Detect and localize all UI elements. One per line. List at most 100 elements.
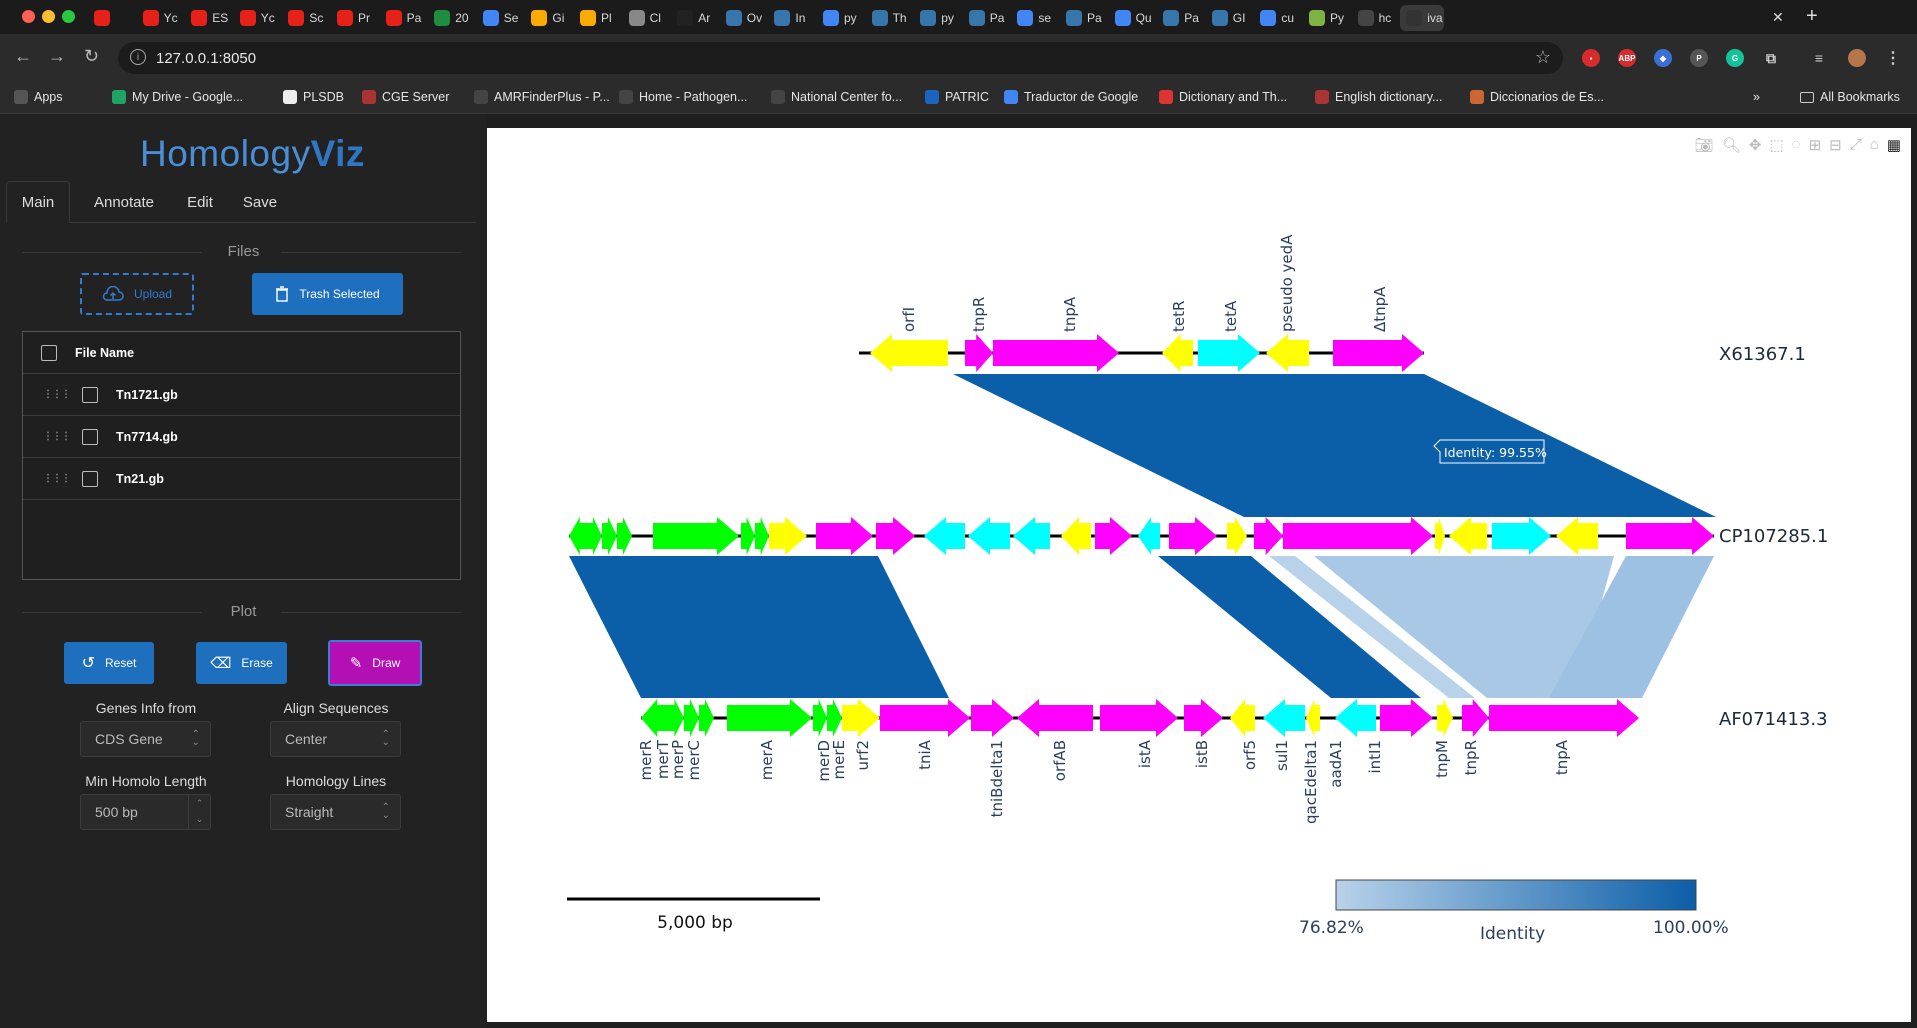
- bookmark-item[interactable]: My Drive - Google...: [112, 90, 243, 104]
- bookmark-item[interactable]: AMRFinderPlus - P...: [474, 90, 610, 104]
- gene-arrow[interactable]: [1437, 699, 1453, 737]
- gene-arrow[interactable]: [968, 517, 1010, 555]
- select-all-checkbox[interactable]: [41, 344, 57, 361]
- site-info-icon[interactable]: i: [130, 49, 146, 65]
- reload-icon[interactable]: ↻: [84, 46, 99, 67]
- table-row[interactable]: ⋮⋮⋮ Tn21.gb: [23, 458, 460, 500]
- forward-icon[interactable]: →: [48, 46, 66, 67]
- gene-arrow[interactable]: [699, 699, 714, 737]
- gene-arrow[interactable]: [965, 334, 993, 372]
- bookmark-item[interactable]: Traductor de Google: [1004, 90, 1138, 104]
- bookmark-item[interactable]: English dictionary...: [1315, 90, 1442, 104]
- gene-arrow[interactable]: [1333, 334, 1424, 372]
- tab-annotate[interactable]: Annotate: [76, 181, 172, 223]
- box-select-icon[interactable]: ⬚: [1769, 136, 1783, 154]
- extension-icon[interactable]: ◆: [1654, 49, 1672, 67]
- gene-arrow[interactable]: [653, 517, 739, 555]
- gene-arrow[interactable]: [1462, 699, 1489, 737]
- gene-arrow[interactable]: [641, 699, 668, 737]
- gene-arrow[interactable]: [1169, 517, 1217, 555]
- gene-arrow[interactable]: [924, 517, 965, 555]
- gene-arrow[interactable]: [1266, 334, 1309, 372]
- close-window-button[interactable]: [22, 10, 35, 23]
- bookmark-item[interactable]: PLSDB: [283, 90, 344, 104]
- zoom-icon[interactable]: 🔍︎: [1722, 136, 1741, 154]
- autoscale-icon[interactable]: ⤢: [1850, 136, 1862, 154]
- gene-arrow[interactable]: [1230, 699, 1255, 737]
- tab-main[interactable]: Main: [6, 181, 70, 223]
- bookmarks-overflow-button[interactable]: »: [1753, 90, 1760, 104]
- close-tab-icon[interactable]: ✕: [1772, 9, 1784, 26]
- grammarly-icon[interactable]: G: [1726, 49, 1744, 67]
- gene-arrow[interactable]: [880, 699, 970, 737]
- pan-icon[interactable]: ✥: [1749, 136, 1762, 154]
- table-row[interactable]: ⋮⋮⋮ Tn1721.gb: [23, 374, 460, 416]
- zoom-in-icon[interactable]: ⊞: [1809, 136, 1822, 154]
- bookmark-star-icon[interactable]: ☆: [1535, 47, 1551, 68]
- gene-arrow[interactable]: [813, 699, 827, 737]
- gene-arrow[interactable]: [769, 517, 807, 555]
- gene-arrow[interactable]: [668, 699, 684, 737]
- gene-arrow[interactable]: [1626, 517, 1714, 555]
- gene-arrow[interactable]: [1162, 334, 1193, 372]
- trash-selected-button[interactable]: Trash Selected: [252, 273, 403, 315]
- gene-arrow[interactable]: [1184, 699, 1223, 737]
- reading-list-icon[interactable]: ≡: [1810, 49, 1828, 67]
- row-checkbox[interactable]: [82, 386, 98, 403]
- gene-arrow[interactable]: [1254, 517, 1283, 555]
- min-homology-length-input[interactable]: 500 bp ⌃ ⌄: [80, 794, 211, 830]
- gene-arrow[interactable]: [587, 517, 602, 555]
- gene-arrow[interactable]: [727, 699, 812, 737]
- lasso-icon[interactable]: ◌: [1792, 136, 1801, 154]
- menu-dots-icon[interactable]: ⋮: [1884, 49, 1902, 67]
- bookmark-item[interactable]: National Center fo...: [771, 90, 902, 104]
- bookmark-item[interactable]: Dictionary and Th...: [1159, 90, 1287, 104]
- address-bar[interactable]: i 127.0.0.1:8050 ☆: [118, 42, 1563, 74]
- gene-arrow[interactable]: [1335, 699, 1376, 737]
- back-icon[interactable]: ←: [14, 46, 32, 67]
- bookmark-item[interactable]: Diccionarios de Es...: [1470, 90, 1604, 104]
- all-bookmarks-button[interactable]: All Bookmarks: [1800, 90, 1900, 104]
- drag-handle-icon[interactable]: ⋮⋮⋮: [43, 431, 71, 442]
- gene-arrow[interactable]: [1138, 517, 1160, 555]
- gene-arrow[interactable]: [1095, 517, 1132, 555]
- gene-arrow[interactable]: [755, 517, 769, 555]
- gene-arrow[interactable]: [876, 517, 915, 555]
- gene-arrow[interactable]: [816, 517, 873, 555]
- gene-arrow[interactable]: [569, 517, 587, 555]
- extension-icon[interactable]: ▪: [1582, 49, 1600, 67]
- home-icon[interactable]: ⌂: [1870, 136, 1879, 154]
- row-checkbox[interactable]: [82, 470, 98, 487]
- genes-info-select[interactable]: CDS Gene ⌃ ⌄: [80, 721, 211, 757]
- zoom-out-icon[interactable]: ⊟: [1829, 136, 1842, 154]
- maximize-window-button[interactable]: [62, 10, 75, 23]
- gene-arrow[interactable]: [1198, 334, 1260, 372]
- drag-handle-icon[interactable]: ⋮⋮⋮: [43, 473, 71, 484]
- gene-arrow[interactable]: [1283, 517, 1433, 555]
- camera-icon[interactable]: 📷︎: [1695, 136, 1714, 154]
- gene-arrow[interactable]: [1227, 517, 1247, 555]
- bookmark-item[interactable]: Apps: [14, 90, 63, 104]
- bookmark-item[interactable]: CGE Server: [362, 90, 449, 104]
- upload-button[interactable]: Upload: [80, 273, 194, 315]
- align-sequences-select[interactable]: Center ⌃ ⌄: [270, 721, 401, 757]
- homology-region[interactable]: [569, 556, 949, 698]
- gene-arrow[interactable]: [1263, 699, 1305, 737]
- gene-arrow[interactable]: [617, 517, 632, 555]
- gene-arrow[interactable]: [602, 517, 617, 555]
- gene-arrow[interactable]: [971, 699, 1014, 737]
- adblock-icon[interactable]: ABP: [1618, 49, 1636, 67]
- new-tab-button[interactable]: +: [1806, 5, 1818, 28]
- drag-handle-icon[interactable]: ⋮⋮⋮: [43, 389, 71, 400]
- bookmark-item[interactable]: Home - Pathogen...: [619, 90, 747, 104]
- extension-icon[interactable]: P: [1690, 49, 1708, 67]
- avatar[interactable]: [1848, 49, 1866, 67]
- tab-edit[interactable]: Edit: [172, 181, 228, 223]
- plotly-logo-icon[interactable]: ▦: [1887, 136, 1901, 154]
- gene-arrow[interactable]: [1100, 699, 1178, 737]
- bookmark-item[interactable]: PATRIC: [925, 90, 989, 104]
- gene-arrow[interactable]: [1061, 517, 1091, 555]
- gene-arrow[interactable]: [842, 699, 880, 737]
- gene-arrow[interactable]: [870, 334, 948, 372]
- homology-region[interactable]: [953, 374, 1716, 517]
